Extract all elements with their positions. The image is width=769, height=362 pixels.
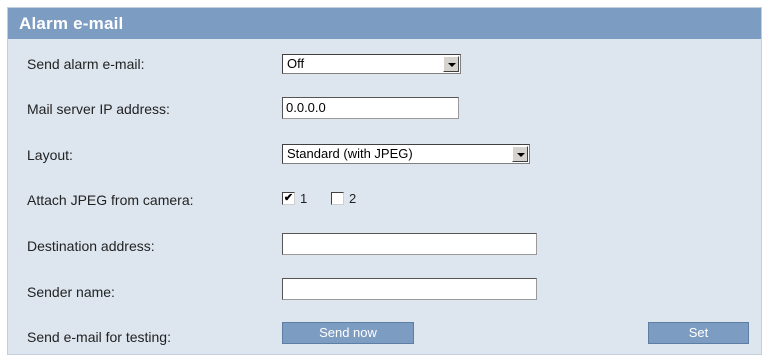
set-button[interactable]: Set xyxy=(648,322,749,344)
mail-server-label: Mail server IP address: xyxy=(27,101,170,117)
chevron-down-icon[interactable] xyxy=(443,56,459,72)
camera-2-label: 2 xyxy=(349,191,357,206)
attach-jpeg-label: Attach JPEG from camera: xyxy=(27,192,194,208)
destination-input[interactable] xyxy=(282,233,537,255)
camera-1-label: 1 xyxy=(300,191,308,206)
layout-label: Layout: xyxy=(27,147,73,163)
mail-server-input[interactable]: 0.0.0.0 xyxy=(282,97,459,119)
camera-2-checkbox[interactable] xyxy=(331,192,344,205)
chevron-down-icon[interactable] xyxy=(512,146,528,162)
send-now-button[interactable]: Send now xyxy=(282,322,414,344)
layout-select[interactable]: Standard (with JPEG) xyxy=(282,144,530,164)
send-alarm-select[interactable]: Off xyxy=(282,54,461,74)
alarm-email-panel: Alarm e-mail Send alarm e-mail: Off Mail… xyxy=(7,7,762,355)
sender-input[interactable] xyxy=(282,278,537,300)
panel-title: Alarm e-mail xyxy=(8,8,761,39)
send-alarm-label: Send alarm e-mail: xyxy=(27,56,145,72)
layout-value: Standard (with JPEG) xyxy=(287,146,413,161)
destination-label: Destination address: xyxy=(27,238,155,254)
test-email-label: Send e-mail for testing: xyxy=(27,329,171,345)
sender-label: Sender name: xyxy=(27,284,115,300)
send-alarm-value: Off xyxy=(287,56,305,71)
camera-1-checkbox[interactable]: ✔ xyxy=(282,192,295,205)
